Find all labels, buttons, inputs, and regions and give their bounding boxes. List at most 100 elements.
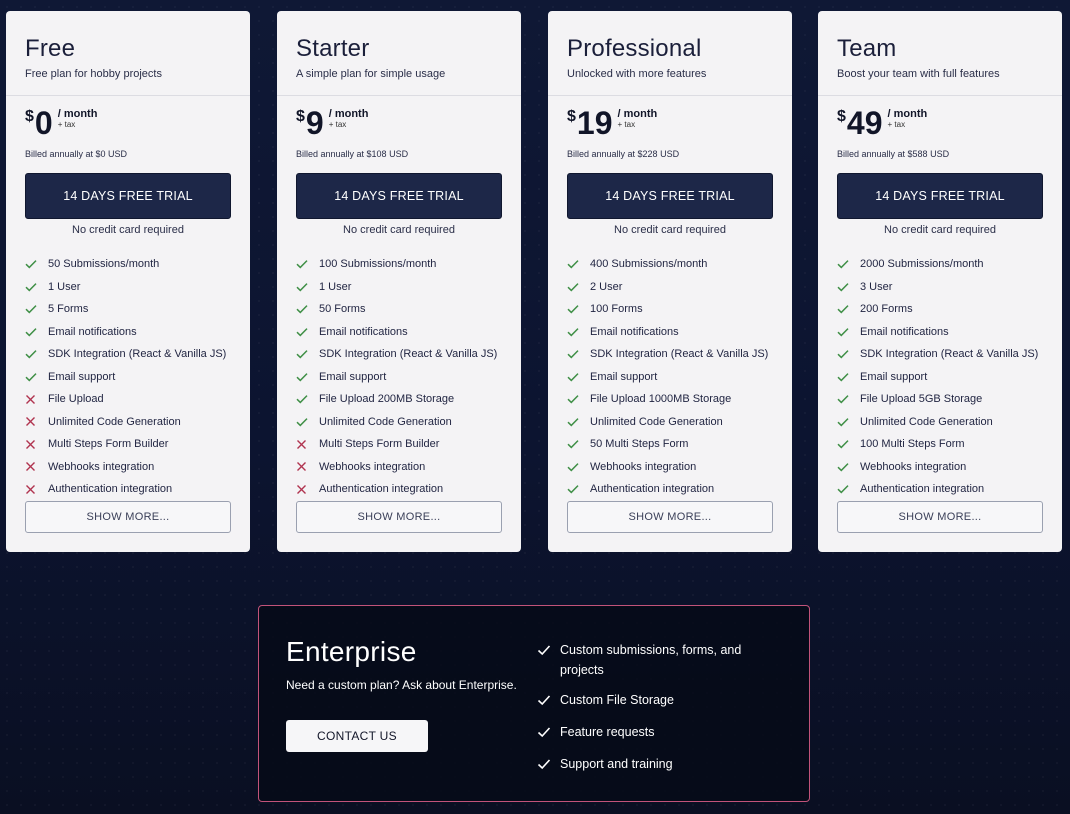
check-icon bbox=[296, 282, 319, 292]
feature-label: Unlimited Code Generation bbox=[860, 415, 993, 428]
feature-label: Webhooks integration bbox=[860, 460, 967, 473]
check-icon bbox=[837, 462, 860, 472]
feature-item: Webhooks integration bbox=[567, 456, 768, 479]
feature-item: 2000 Submissions/month bbox=[837, 253, 1038, 276]
feature-label: 3 User bbox=[860, 280, 893, 293]
feature-item: 400 Submissions/month bbox=[567, 253, 768, 276]
check-icon bbox=[567, 462, 590, 472]
price-currency: $ bbox=[296, 108, 305, 125]
feature-label: 1 User bbox=[319, 280, 352, 293]
plan-description: Unlocked with more features bbox=[567, 68, 707, 80]
feature-item: File Upload 200MB Storage bbox=[296, 388, 497, 411]
feature-item: Authentication integration bbox=[25, 478, 226, 501]
plan-description: Boost your team with full features bbox=[837, 68, 1000, 80]
price-block: $ 49 / month + tax Billed annually at $5… bbox=[818, 96, 1062, 164]
check-icon bbox=[567, 394, 590, 404]
feature-label: Email support bbox=[590, 370, 658, 383]
feature-item: 1 User bbox=[25, 276, 226, 299]
feature-item: Authentication integration bbox=[296, 478, 497, 501]
feature-label: Multi Steps Form Builder bbox=[319, 438, 440, 451]
plan-header: Team Boost your team with full features bbox=[818, 11, 1062, 96]
feature-item: Multi Steps Form Builder bbox=[296, 433, 497, 456]
feature-item: 100 Forms bbox=[567, 298, 768, 321]
check-icon bbox=[567, 259, 590, 269]
feature-item: Email notifications bbox=[296, 321, 497, 344]
price-tax: + tax bbox=[617, 120, 636, 129]
check-icon bbox=[837, 439, 860, 449]
feature-item: Webhooks integration bbox=[837, 456, 1038, 479]
feature-label: 2000 Submissions/month bbox=[860, 258, 984, 271]
show-more-button[interactable]: SHOW MORE... bbox=[25, 501, 231, 533]
feature-label: 100 Forms bbox=[590, 303, 643, 316]
feature-item: Email support bbox=[296, 366, 497, 389]
check-icon bbox=[296, 417, 319, 427]
enterprise-feature-label: Custom submissions, forms, and projects bbox=[560, 643, 742, 677]
feature-label: Authentication integration bbox=[860, 483, 985, 496]
feature-item: Unlimited Code Generation bbox=[25, 411, 226, 434]
feature-item: 50 Submissions/month bbox=[25, 253, 226, 276]
enterprise-feature-list: Custom submissions, forms, and projects … bbox=[537, 640, 787, 786]
billed-annually: Billed annually at $588 USD bbox=[837, 149, 950, 159]
feature-item: File Upload bbox=[25, 388, 226, 411]
price-tax: + tax bbox=[328, 120, 347, 129]
feature-item: Unlimited Code Generation bbox=[837, 411, 1038, 434]
feature-label: 1 User bbox=[48, 280, 81, 293]
show-more-button[interactable]: SHOW MORE... bbox=[837, 501, 1043, 533]
feature-label: Multi Steps Form Builder bbox=[48, 438, 169, 451]
feature-label: Authentication integration bbox=[48, 483, 173, 496]
feature-label: Email notifications bbox=[48, 325, 137, 338]
enterprise-feature-label: Support and training bbox=[560, 757, 673, 771]
price-tax: + tax bbox=[57, 120, 76, 129]
plan-description: A simple plan for simple usage bbox=[296, 68, 446, 80]
feature-item: Webhooks integration bbox=[296, 456, 497, 479]
cross-icon bbox=[25, 461, 48, 472]
feature-item: 50 Forms bbox=[296, 298, 497, 321]
plan-name: Team bbox=[837, 35, 897, 62]
feature-item: SDK Integration (React & Vanilla JS) bbox=[25, 343, 226, 366]
feature-label: File Upload 5GB Storage bbox=[860, 393, 983, 406]
feature-label: Email notifications bbox=[860, 325, 949, 338]
feature-list: 100 Submissions/month 1 User 50 Forms Email… bbox=[296, 253, 497, 501]
price-block: $ 0 / month + tax Billed annually at $0 … bbox=[6, 96, 250, 164]
feature-label: Webhooks integration bbox=[48, 460, 155, 473]
check-icon bbox=[837, 327, 860, 337]
check-icon bbox=[296, 372, 319, 382]
feature-label: 50 Multi Steps Form bbox=[590, 438, 689, 451]
show-more-button[interactable]: SHOW MORE... bbox=[296, 501, 502, 533]
check-icon bbox=[25, 282, 48, 292]
check-icon bbox=[537, 722, 560, 744]
no-credit-card-note: No credit card required bbox=[614, 224, 726, 236]
free-trial-button[interactable]: 14 DAYS FREE TRIAL bbox=[837, 173, 1043, 219]
free-trial-button[interactable]: 14 DAYS FREE TRIAL bbox=[567, 173, 773, 219]
feature-label: File Upload 200MB Storage bbox=[319, 393, 455, 406]
check-icon bbox=[837, 259, 860, 269]
check-icon bbox=[296, 259, 319, 269]
feature-label: File Upload 1000MB Storage bbox=[590, 393, 732, 406]
free-trial-button[interactable]: 14 DAYS FREE TRIAL bbox=[25, 173, 231, 219]
plan-name: Starter bbox=[296, 35, 370, 62]
check-icon bbox=[567, 282, 590, 292]
plan-header: Starter A simple plan for simple usage bbox=[277, 11, 521, 96]
feature-label: Email notifications bbox=[590, 325, 679, 338]
check-icon bbox=[296, 349, 319, 359]
feature-item: 5 Forms bbox=[25, 298, 226, 321]
feature-item: Email support bbox=[567, 366, 768, 389]
free-trial-button[interactable]: 14 DAYS FREE TRIAL bbox=[296, 173, 502, 219]
enterprise-feature-label: Feature requests bbox=[560, 725, 655, 739]
feature-label: Authentication integration bbox=[590, 483, 715, 496]
price-block: $ 19 / month + tax Billed annually at $2… bbox=[548, 96, 792, 164]
check-icon bbox=[567, 372, 590, 382]
feature-label: 200 Forms bbox=[860, 303, 913, 316]
cross-icon bbox=[296, 439, 319, 450]
plan-card-team: Team Boost your team with full features … bbox=[818, 11, 1062, 552]
feature-item: Unlimited Code Generation bbox=[567, 411, 768, 434]
feature-list: 400 Submissions/month 2 User 100 Forms Emai… bbox=[567, 253, 768, 501]
check-icon bbox=[296, 304, 319, 314]
contact-us-button[interactable]: CONTACT US bbox=[286, 720, 428, 752]
show-more-button[interactable]: SHOW MORE... bbox=[567, 501, 773, 533]
price-amount: 49 bbox=[846, 105, 883, 141]
feature-label: Email support bbox=[48, 370, 116, 383]
feature-item: Email support bbox=[837, 366, 1038, 389]
plan-card-free: Free Free plan for hobby projects $ 0 / … bbox=[6, 11, 250, 552]
enterprise-feature: Custom submissions, forms, and projects bbox=[537, 640, 787, 680]
